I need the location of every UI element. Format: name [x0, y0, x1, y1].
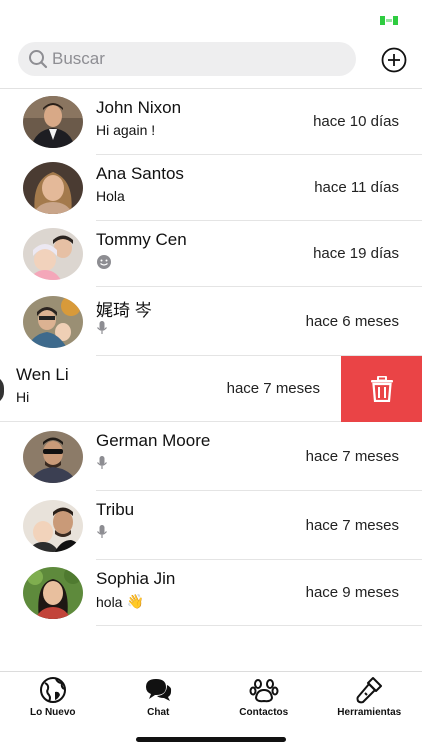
- chat-row-chinese-contact[interactable]: 娓琦 岑 hace 6 meses: [0, 287, 422, 356]
- chat-preview: [96, 320, 108, 336]
- chat-preview: [96, 254, 112, 270]
- chat-row-wen-li[interactable]: Wen Li Hi hace 7 meses: [0, 356, 422, 422]
- chat-preview-text: Hola: [96, 188, 125, 204]
- tab-chat[interactable]: Chat: [106, 672, 212, 724]
- chat-time: hace 7 meses: [226, 380, 320, 397]
- chat-row-ana-santos[interactable]: Ana Santos Hola hace 11 días: [0, 155, 422, 221]
- avatar: [23, 228, 83, 280]
- chat-preview: Hi: [16, 389, 29, 405]
- search-icon: [29, 50, 48, 69]
- tab-lo-nuevo[interactable]: Lo Nuevo: [0, 672, 106, 724]
- tab-label: Contactos: [239, 707, 289, 718]
- search-input[interactable]: [52, 42, 342, 76]
- avatar: [23, 567, 83, 619]
- search-row: [18, 42, 408, 76]
- chat-name: Sophia Jin: [96, 569, 176, 588]
- chat-list: John Nixon Hi again ! hace 10 días Ana S…: [0, 89, 422, 626]
- home-indicator: [136, 737, 286, 742]
- microphone-icon: [97, 456, 107, 469]
- chat-preview: hola 👋: [96, 593, 144, 610]
- chat-preview: [96, 524, 108, 540]
- status-bar: [0, 0, 422, 36]
- chat-preview-text: Hi: [16, 389, 30, 405]
- chat-name: Tommy Cen: [96, 230, 187, 249]
- chat-name: Tribu: [96, 500, 135, 519]
- chat-preview-text: hola: [96, 593, 123, 610]
- chat-row-sophia-jin[interactable]: Sophia Jin hola 👋 hace 9 meses: [0, 560, 422, 626]
- row-divider: [96, 625, 422, 626]
- tab-bar: Lo Nuevo Chat Contactos Herramientas: [0, 672, 422, 724]
- chat-time: hace 6 meses: [305, 312, 399, 330]
- avatar: [23, 295, 83, 348]
- chat-time: hace 19 días: [313, 245, 399, 262]
- chat-row-german-moore[interactable]: German Moore hace 7 meses: [0, 422, 422, 491]
- waving-hand-emoji: 👋: [126, 593, 144, 609]
- chat-time: hace 10 días: [313, 113, 399, 130]
- tab-herramientas[interactable]: Herramientas: [317, 672, 422, 724]
- battery-icon: [380, 16, 398, 25]
- emoji-face-icon: [97, 255, 111, 269]
- chat-name: 娓琦 岑: [96, 301, 152, 320]
- trash-icon: [370, 376, 393, 402]
- chat-name: John Nixon: [96, 98, 182, 117]
- chat-name: German Moore: [96, 431, 211, 450]
- microphone-icon: [97, 321, 107, 334]
- tab-label: Herramientas: [337, 707, 402, 718]
- chat-name: Ana Santos: [96, 164, 184, 183]
- chat-row-tribu[interactable]: Tribu hace 7 meses: [0, 491, 422, 560]
- globe-icon: [39, 677, 66, 703]
- chat-preview: [96, 455, 108, 471]
- chat-time: hace 9 meses: [305, 584, 399, 601]
- flashlight-icon: [356, 677, 383, 704]
- microphone-icon: [97, 525, 107, 538]
- chat-time: hace 11 días: [314, 179, 399, 196]
- delete-chat-button[interactable]: [341, 356, 422, 422]
- avatar: [23, 499, 83, 552]
- chat-time: hace 7 meses: [305, 447, 399, 465]
- chat-preview: Hola: [96, 188, 125, 204]
- avatar: [23, 162, 83, 214]
- avatar: [23, 96, 83, 148]
- tab-label: Chat: [147, 707, 170, 718]
- tab-contactos[interactable]: Contactos: [211, 672, 317, 724]
- add-chat-button[interactable]: [380, 46, 408, 74]
- chat-name: Wen Li: [16, 365, 69, 384]
- chat-row-tommy-cen[interactable]: Tommy Cen hace 19 días: [0, 221, 422, 287]
- chat-row-john-nixon[interactable]: John Nixon Hi again ! hace 10 días: [0, 89, 422, 155]
- chat-preview: Hi again !: [96, 122, 155, 138]
- chat-bubbles-icon: [146, 679, 172, 701]
- chat-time: hace 7 meses: [305, 516, 399, 534]
- paw-icon: [249, 679, 279, 703]
- avatar: [0, 376, 4, 404]
- avatar: [23, 430, 83, 483]
- search-box[interactable]: [18, 42, 356, 76]
- tab-label: Lo Nuevo: [29, 707, 76, 718]
- chat-preview-text: Hi again !: [96, 122, 156, 138]
